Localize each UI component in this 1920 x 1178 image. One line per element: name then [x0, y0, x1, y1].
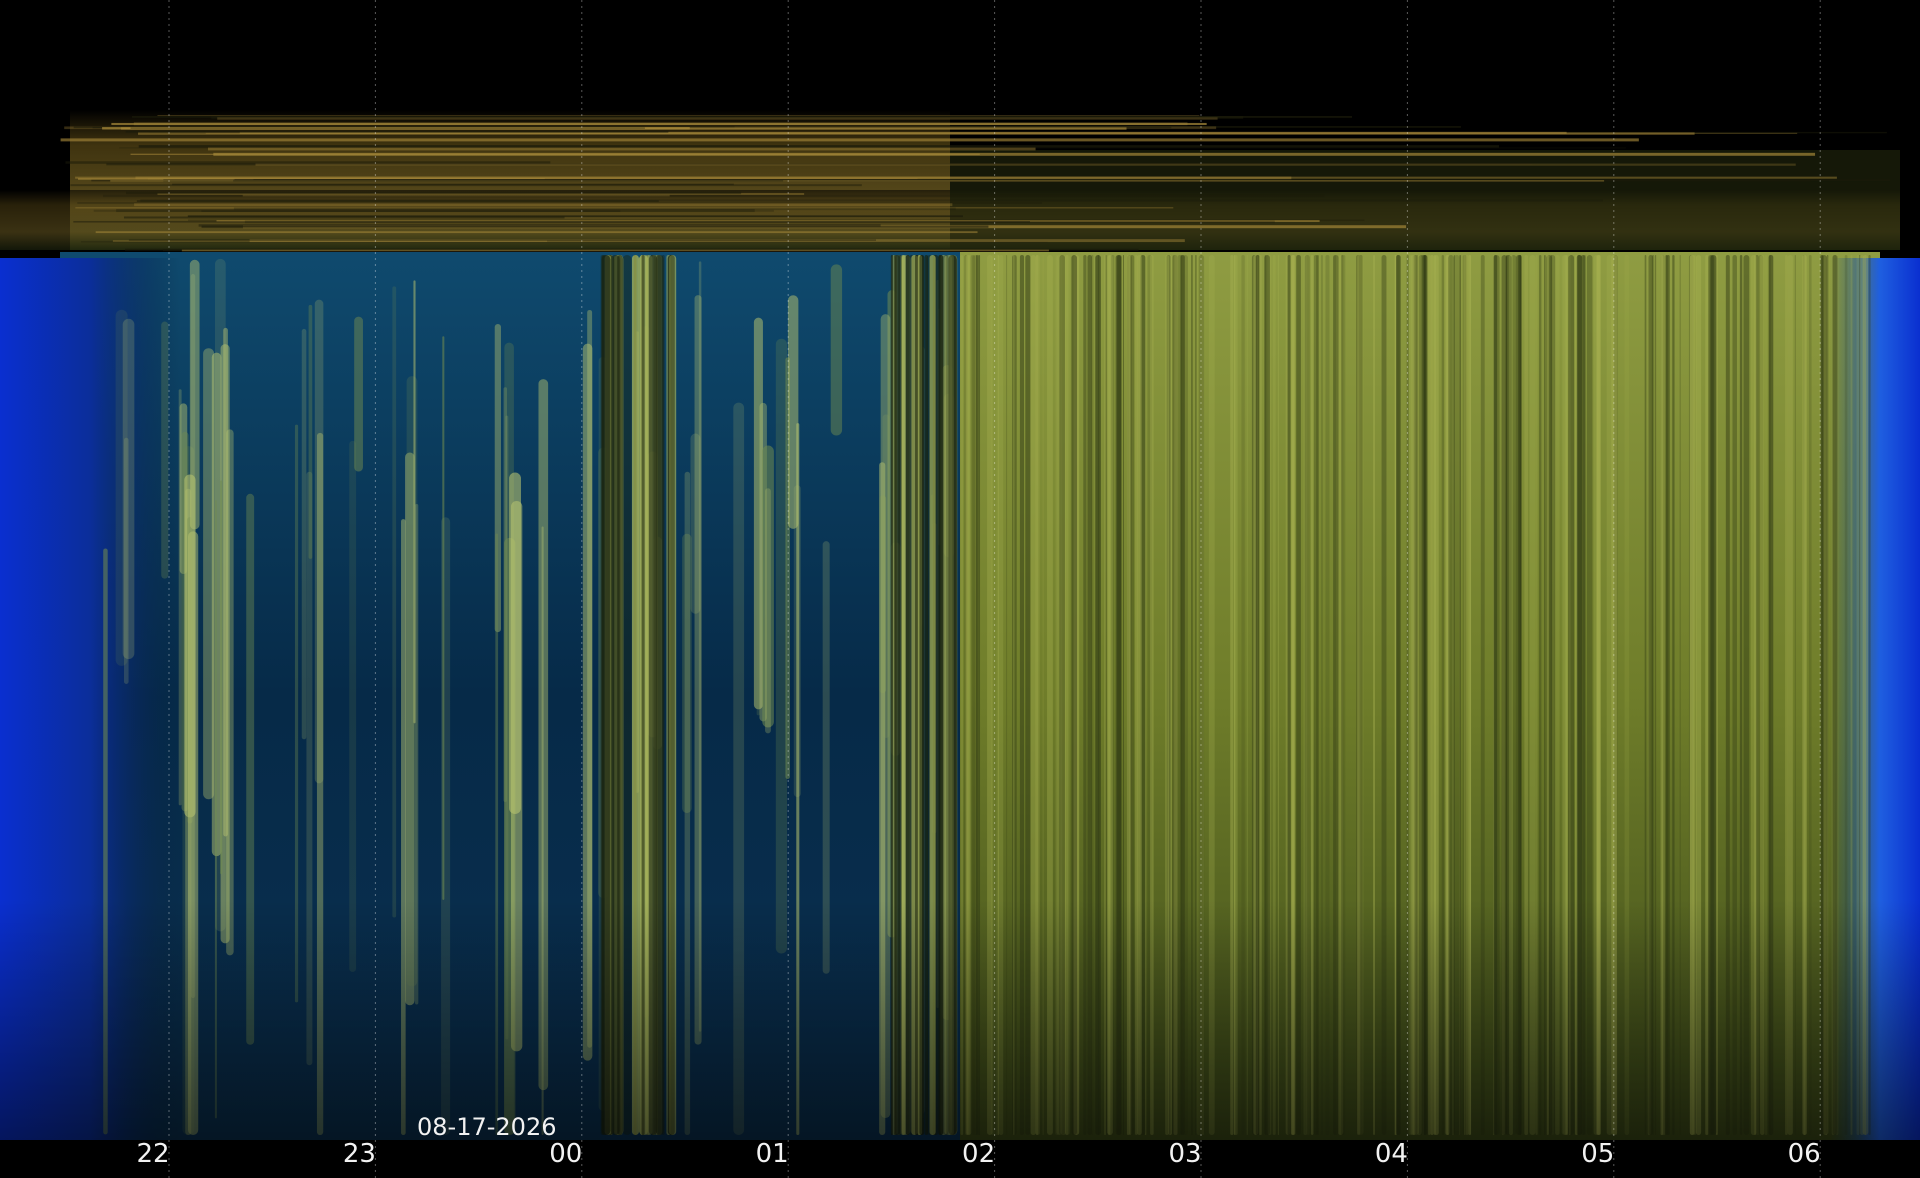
haze-line	[70, 184, 862, 187]
x-tick-label-01: 01	[756, 1139, 789, 1169]
x-tick-label-05: 05	[1581, 1139, 1614, 1169]
date-label: 08-17-2026	[417, 1113, 556, 1141]
haze-line	[128, 239, 877, 241]
haze-line	[198, 224, 881, 227]
cloud-streak	[349, 440, 357, 972]
cloud-streak	[123, 437, 129, 684]
haze-line	[126, 191, 742, 195]
bottom-fade	[0, 900, 1920, 1140]
x-tick-label-00: 00	[549, 1139, 582, 1169]
haze-line	[242, 194, 670, 197]
haze-line	[157, 115, 1200, 117]
haze-line	[60, 138, 1639, 142]
cloud-streak	[354, 316, 363, 472]
haze-line	[207, 147, 1036, 151]
cloud-streak	[223, 327, 228, 837]
haze-line	[95, 231, 978, 234]
x-tick-label-04: 04	[1375, 1139, 1408, 1169]
haze-line	[123, 216, 565, 219]
haze-line	[217, 117, 1218, 120]
haze-line	[75, 176, 1837, 179]
haze-line	[134, 203, 953, 207]
haze-line	[233, 179, 784, 182]
bottom-strip	[0, 1140, 1920, 1178]
haze-line	[111, 122, 1207, 126]
haze-line	[233, 207, 956, 211]
cloud-streak	[830, 264, 843, 436]
x-tick-label-02: 02	[962, 1139, 995, 1169]
haze-line	[136, 200, 659, 202]
cloud-streak	[161, 321, 169, 579]
cloud-streak	[190, 273, 196, 999]
haze-line	[138, 145, 1499, 148]
haze-line	[138, 132, 1695, 135]
x-tick-label-23: 23	[343, 1139, 376, 1169]
cloud-streak	[765, 488, 771, 734]
haze-line	[201, 210, 621, 212]
haze-line	[255, 163, 1796, 166]
haze-line	[130, 153, 980, 155]
haze-line	[181, 249, 1049, 252]
cloud-streak	[392, 286, 397, 918]
cloud-streak	[220, 480, 223, 875]
cloud-streak	[775, 338, 788, 954]
haze-line	[125, 130, 669, 133]
x-tick-label-06: 06	[1788, 1139, 1821, 1169]
haze-line	[73, 220, 1030, 223]
cloud-streak	[308, 304, 313, 559]
cloud-streak	[442, 336, 445, 900]
haze-line	[130, 127, 645, 129]
x-tick-label-22: 22	[136, 1139, 169, 1169]
cloud-streak	[756, 360, 760, 716]
keogram-chart: 22 23 00 01 02 03 04 05 06 08-17-2026	[0, 0, 1920, 1178]
cloud-streak	[203, 348, 215, 800]
x-tick-label-03: 03	[1168, 1139, 1201, 1169]
cloud-streak	[301, 328, 307, 740]
